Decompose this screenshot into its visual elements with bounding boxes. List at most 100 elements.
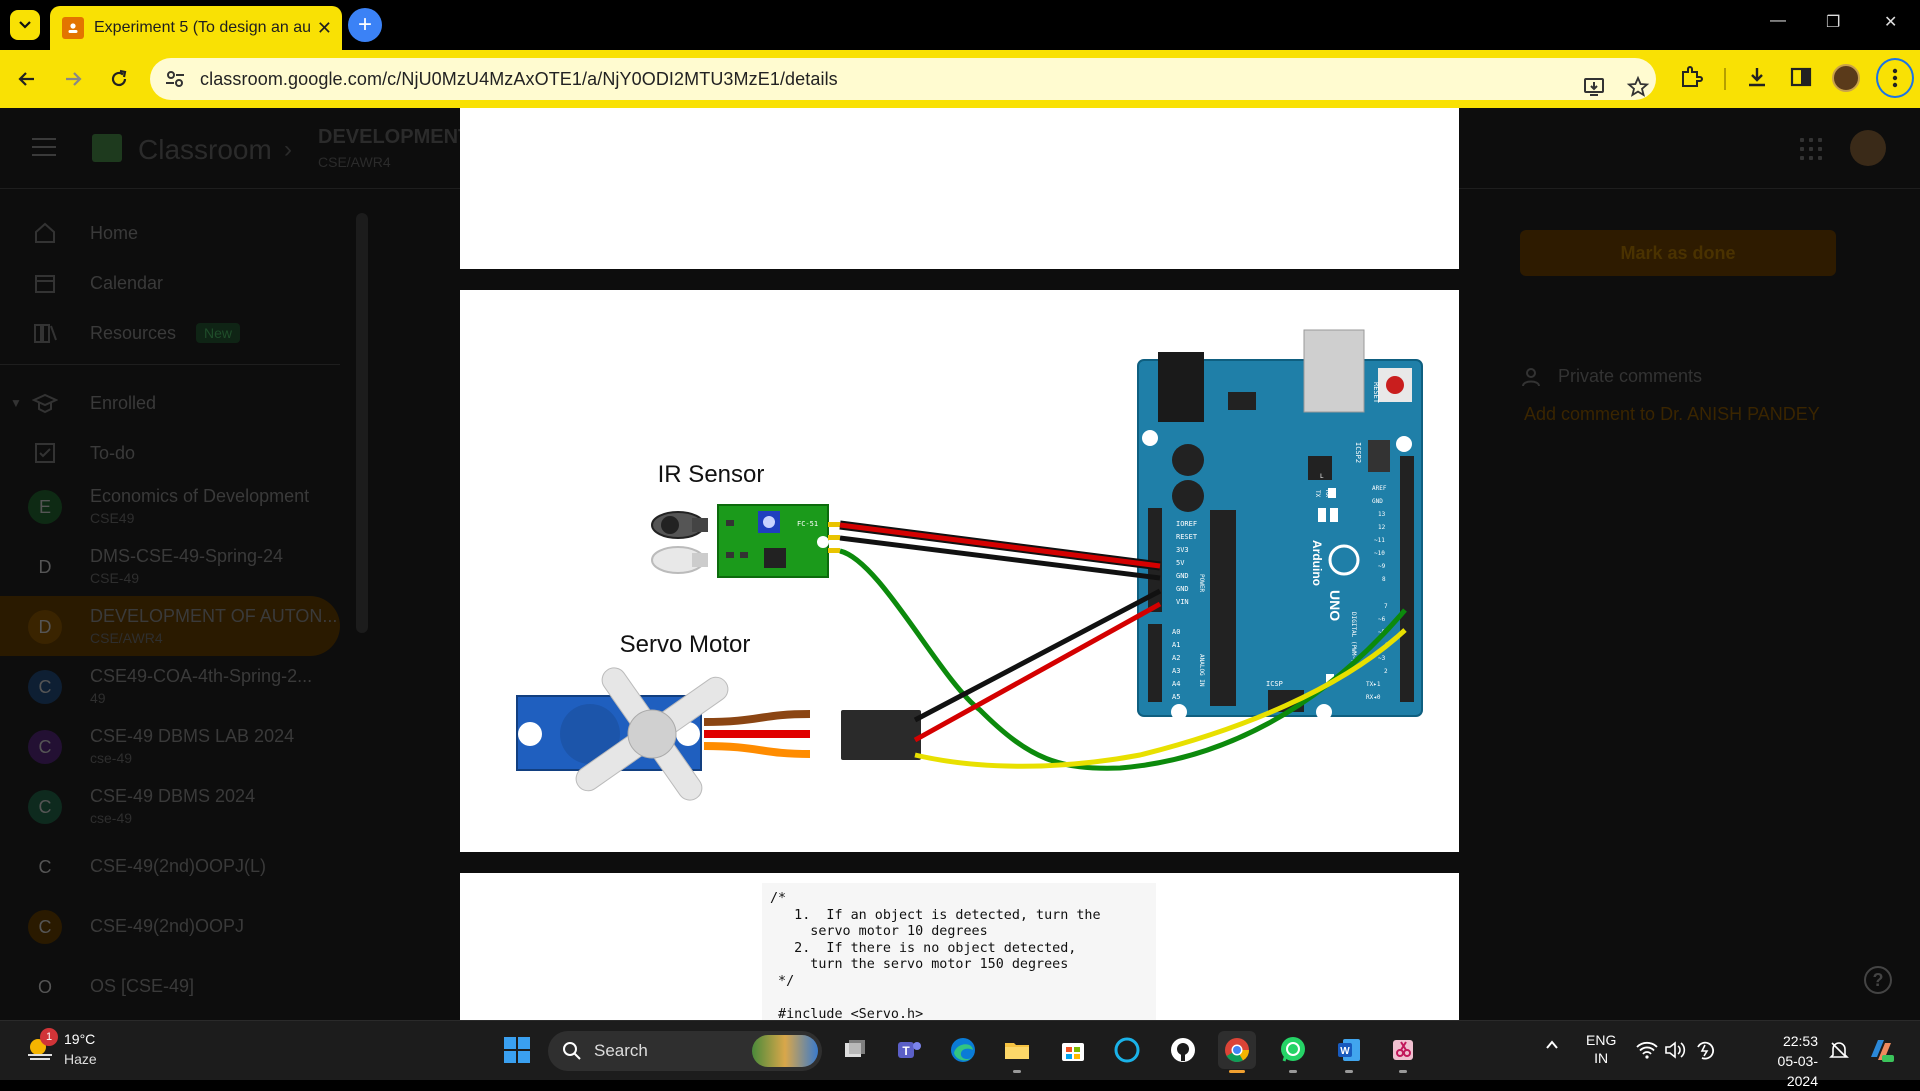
taskbar-github[interactable] <box>1164 1031 1202 1069</box>
sidebar-item-todo[interactable]: To-do <box>0 428 340 478</box>
analog-pin-label: A5 <box>1172 693 1180 701</box>
classroom-app-name[interactable]: Classroom <box>138 134 272 166</box>
tab-search-button[interactable] <box>10 10 40 40</box>
notification-bell-icon[interactable] <box>1828 1039 1850 1061</box>
battery-charging-icon[interactable] <box>1694 1039 1716 1061</box>
profile-avatar[interactable] <box>1832 64 1860 92</box>
sidebar-item-enrolled[interactable]: ▼ Enrolled <box>0 378 340 428</box>
course-section-label: cse-49 <box>90 750 133 766</box>
sidebar-course-active[interactable]: D DEVELOPMENT OF AUTON... CSE/AWR4 <box>0 596 340 656</box>
code-line: 2. If there is no object detected, <box>770 940 1077 956</box>
wifi-icon[interactable] <box>1636 1041 1658 1059</box>
course-name: CSE-49 DBMS 2024 <box>90 786 256 806</box>
restore-icon[interactable]: ❐ <box>1826 12 1840 32</box>
taskbar-snipping-tool[interactable] <box>1384 1031 1422 1073</box>
circuit-diagram-page: IR Sensor Servo Motor FC-51 OUT GND VCC <box>460 290 1459 852</box>
course-name: CSE-49(2nd)OOPJ <box>90 916 245 936</box>
mark-as-done-button[interactable]: Mark as done <box>1520 230 1836 276</box>
sidebar-scrollbar[interactable] <box>356 213 368 633</box>
sidebar-course[interactable]: C CSE-49(2nd)OOPJ(L) <box>0 836 340 896</box>
sidebar-course[interactable]: D DMS-CSE-49-Spring-24 CSE-49 <box>0 536 340 596</box>
todo-icon <box>35 443 55 463</box>
address-bar[interactable]: classroom.google.com/c/NjU0MzU4MzAxOTE1/… <box>150 58 1656 100</box>
taskbar-chrome[interactable] <box>1218 1031 1256 1073</box>
sidebar-course[interactable]: E Economics of Development CSE49 <box>0 476 340 536</box>
add-comment-link[interactable]: Add comment to Dr. ANISH PANDEY <box>1524 404 1820 425</box>
sidebar-course[interactable]: O OS [CSE-49] <box>0 956 340 1016</box>
circuit-diagram: IR Sensor Servo Motor FC-51 OUT GND VCC <box>516 329 1423 801</box>
reload-icon[interactable] <box>104 64 134 94</box>
digital-pin-label: TX▸1 <box>1366 681 1381 688</box>
weather-temp[interactable]: 19°C <box>64 1031 95 1047</box>
sidebar-item-resources[interactable]: Resources New <box>0 308 340 358</box>
course-name: Economics of Development <box>90 486 310 506</box>
tx-label: TX <box>1314 490 1321 498</box>
back-icon[interactable] <box>12 64 42 94</box>
bookmark-star-icon[interactable] <box>1626 75 1650 99</box>
home-icon <box>35 222 55 243</box>
search-highlight-image <box>752 1035 818 1067</box>
code-line: turn the servo motor 150 degrees <box>770 957 1069 972</box>
google-apps-icon[interactable] <box>1800 138 1822 160</box>
lang-primary: ENG <box>1586 1032 1617 1048</box>
sidebar-item-home[interactable]: Home <box>0 208 340 258</box>
install-app-icon[interactable] <box>1582 75 1606 99</box>
download-icon[interactable] <box>1744 64 1770 90</box>
sidebar-course[interactable]: C CSE-49 DBMS LAB 2024 cse-49 <box>0 716 340 776</box>
servo-connector <box>841 710 921 760</box>
course-section-label: 49 <box>90 690 106 706</box>
classroom-favicon-icon <box>62 17 84 39</box>
course-name: DEVELOPMENT OF AUTON... <box>90 606 338 626</box>
taskbar-teams[interactable]: T <box>890 1031 928 1069</box>
taskbar-whatsapp[interactable] <box>1274 1031 1312 1073</box>
taskbar-store[interactable] <box>1054 1031 1092 1069</box>
course-name: DMS-CSE-49-Spring-24 <box>90 546 284 566</box>
taskbar-edge[interactable] <box>944 1031 982 1069</box>
ir-pin-labels: OUT GND VCC <box>842 512 849 552</box>
new-tab-button[interactable]: + <box>348 8 382 42</box>
sidebar-course[interactable]: C CSE49-COA-4th-Spring-2... 49 <box>0 656 340 716</box>
taskbar-task-view[interactable] <box>836 1031 874 1069</box>
extensions-icon[interactable] <box>1678 64 1704 90</box>
course-name: OS [CSE-49] <box>90 976 195 996</box>
whatsapp-icon <box>1281 1037 1305 1062</box>
sidebar-label-enrolled: Enrolled <box>90 392 157 413</box>
minimize-icon[interactable]: — <box>1770 12 1786 30</box>
clock[interactable]: 22:53 05-03-2024 <box>1758 1031 1818 1091</box>
window-close-icon[interactable]: ✕ <box>1884 12 1897 32</box>
account-avatar[interactable] <box>1850 130 1886 166</box>
taskbar-word[interactable]: W <box>1330 1031 1368 1073</box>
menu-button[interactable] <box>1876 58 1914 98</box>
ir-chip-text: FC-51 <box>797 520 818 528</box>
chevron-up-icon <box>1546 1040 1558 1049</box>
start-button[interactable] <box>498 1031 536 1069</box>
browser-tab-active[interactable]: Experiment 5 (To design an au ✕ <box>50 6 342 50</box>
browser-tab-bar: Experiment 5 (To design an au ✕ + — ❐ ✕ <box>0 0 1920 50</box>
course-avatar: C <box>28 670 62 704</box>
github-icon <box>1171 1038 1195 1062</box>
sidebar-course[interactable]: C CSE-49 DBMS 2024 cse-49 <box>0 776 340 836</box>
taskbar-search[interactable]: Search <box>548 1031 822 1071</box>
expand-caret-icon[interactable]: ▼ <box>10 396 22 410</box>
taskbar-alexa[interactable] <box>1108 1031 1146 1069</box>
main-menu-icon[interactable] <box>32 138 56 162</box>
copilot-icon[interactable] <box>1866 1035 1896 1065</box>
sidebar-course[interactable]: C CSE-49(2nd)OOPJ <box>0 896 340 956</box>
sidebar-item-calendar[interactable]: Calendar <box>0 258 340 308</box>
course-title[interactable]: DEVELOPMENT <box>318 126 470 149</box>
side-panel-icon[interactable] <box>1788 64 1814 90</box>
show-hidden-icons[interactable] <box>1544 1037 1560 1056</box>
language-indicator[interactable]: ENG IN <box>1586 1031 1616 1067</box>
windows-logo-icon <box>504 1037 530 1063</box>
help-icon[interactable]: ? <box>1864 966 1892 994</box>
taskbar-file-explorer[interactable] <box>998 1031 1036 1073</box>
teams-icon: T <box>898 1042 921 1058</box>
resources-icon <box>34 324 57 343</box>
volume-icon[interactable] <box>1664 1041 1686 1059</box>
rx-label: RX <box>1324 490 1331 498</box>
tab-close-icon[interactable]: ✕ <box>317 18 332 39</box>
more-vert-icon <box>1892 68 1898 88</box>
code-line: #include <Servo.h> <box>770 1006 924 1021</box>
site-info-icon[interactable] <box>164 68 186 90</box>
forward-icon[interactable] <box>58 64 88 94</box>
